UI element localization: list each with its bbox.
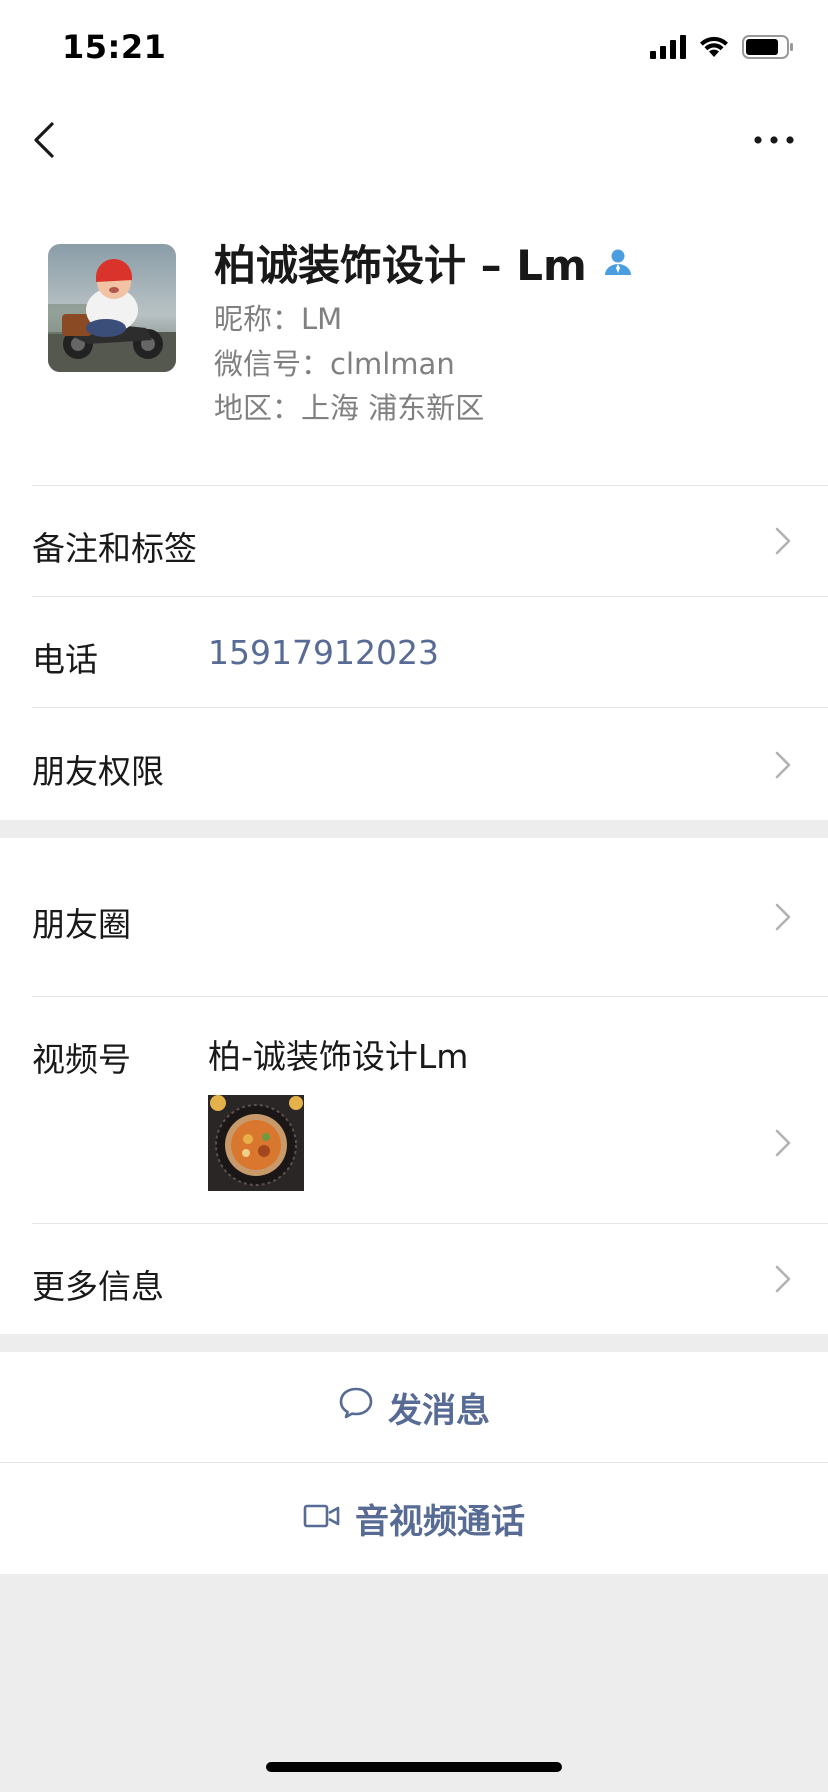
video-camera-icon: [303, 1498, 341, 1538]
wechat-id: 微信号：clmlman: [214, 347, 455, 381]
chevron-right-icon: [774, 750, 792, 780]
chevron-right-icon: [774, 1264, 792, 1294]
nickname: 昵称：LM: [214, 302, 343, 336]
avatar[interactable]: [48, 244, 176, 372]
battery-icon: [742, 35, 794, 63]
notes-tags-label: 备注和标签: [32, 529, 197, 568]
moments-label: 朋友圈: [32, 905, 131, 944]
phone-label: 电话: [32, 640, 98, 679]
friend-permissions-row[interactable]: 朋友权限: [0, 708, 828, 820]
chevron-right-icon: [774, 902, 792, 932]
wifi-icon: [698, 35, 730, 63]
profile-name: 柏诚装饰设计 – Lm: [214, 232, 633, 293]
send-message-button[interactable]: 发消息: [0, 1352, 828, 1462]
status-time: 15:21: [62, 28, 167, 66]
cellular-signal-icon: [650, 35, 686, 63]
av-call-button[interactable]: 音视频通话: [0, 1463, 828, 1573]
more-dots-icon: [752, 136, 796, 158]
moments-row[interactable]: 朋友圈: [0, 838, 828, 996]
channels-label: 视频号: [32, 1040, 131, 1079]
friend-permissions-label: 朋友权限: [32, 752, 164, 791]
back-button[interactable]: [28, 118, 64, 162]
phone-row[interactable]: 电话 15917912023: [0, 597, 828, 707]
more-button[interactable]: [752, 126, 796, 154]
home-indicator[interactable]: [266, 1762, 562, 1772]
chevron-left-icon: [28, 122, 64, 166]
channels-row[interactable]: 视频号 柏-诚装饰设计Lm: [0, 997, 828, 1223]
notes-tags-row[interactable]: 备注和标签: [0, 486, 828, 596]
chat-bubble-icon: [338, 1386, 374, 1429]
more-info-row[interactable]: 更多信息: [0, 1224, 828, 1334]
send-message-label: 发消息: [388, 1390, 490, 1431]
phone-value[interactable]: 15917912023: [208, 633, 439, 672]
chevron-right-icon: [774, 526, 792, 556]
channels-name: 柏-诚装饰设计Lm: [208, 1037, 469, 1076]
av-call-label: 音视频通话: [355, 1501, 525, 1542]
channels-video-thumbnail[interactable]: [208, 1095, 304, 1191]
profile-name-text: 柏诚装饰设计 – Lm: [214, 241, 587, 290]
chevron-right-icon: [774, 1128, 792, 1158]
region: 地区：上海 浦东新区: [214, 391, 485, 425]
contact-person-icon: [603, 238, 633, 287]
status-icons: [650, 34, 794, 64]
more-info-label: 更多信息: [32, 1267, 164, 1306]
